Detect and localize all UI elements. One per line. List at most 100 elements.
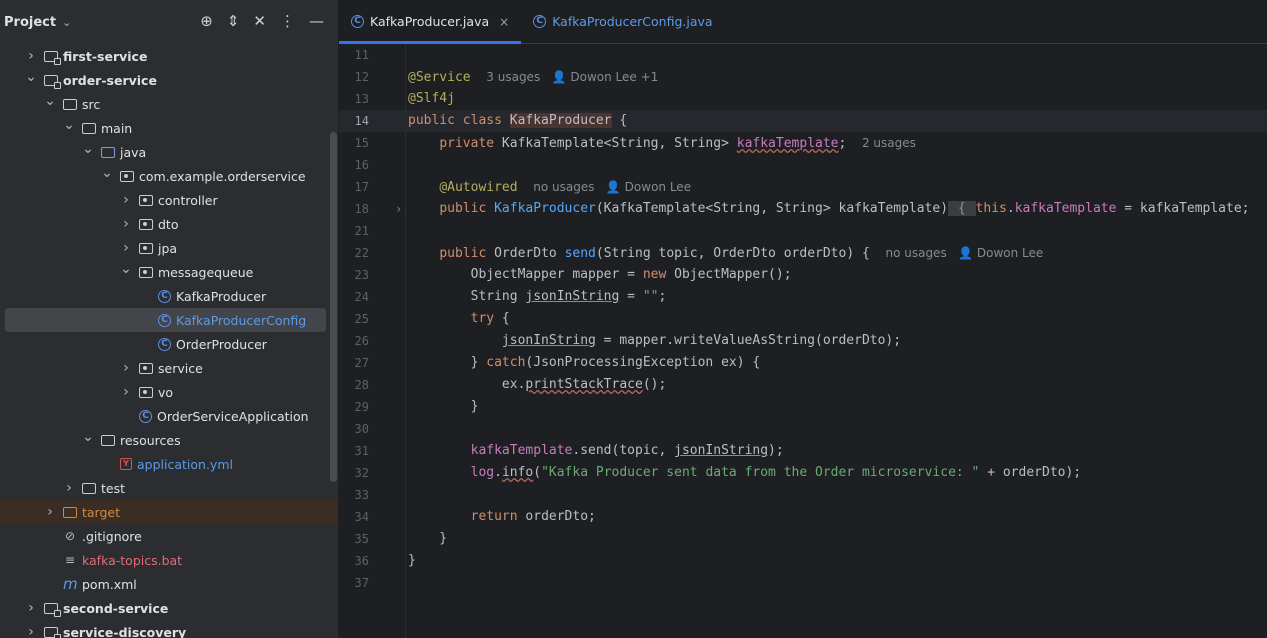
tree-item-target[interactable]: › target (0, 500, 338, 524)
more-options-icon[interactable]: ⋮ (280, 12, 295, 30)
code-line[interactable]: 32 log.info("Kafka Producer sent data fr… (339, 462, 1267, 484)
tree-item-label: .gitignore (82, 528, 142, 544)
tree-item-service-discovery[interactable]: › service-discovery (0, 620, 338, 638)
chevron-down-icon[interactable]: ⌄ (119, 261, 133, 277)
chevron-right-icon[interactable]: › (24, 624, 38, 638)
code-line[interactable]: 25 try { (339, 308, 1267, 330)
chevron-right-icon[interactable]: › (24, 600, 38, 616)
tree-item-jpa[interactable]: › jpa (0, 236, 338, 260)
code-text: } (408, 553, 416, 568)
code-text: @Service 3 usages 👤 Dowon Lee +1 (408, 70, 659, 85)
tree-item-resources[interactable]: ⌄ resources (0, 428, 338, 452)
tree-item-kafkaproducer[interactable]: C KafkaProducer (0, 284, 338, 308)
tree-item-label: com.example.orderservice (139, 168, 306, 184)
tab-kafkaproducer-java[interactable]: C KafkaProducer.java × (339, 0, 522, 44)
line-number: 11 (354, 48, 369, 62)
tree-item-src[interactable]: ⌄ src (0, 92, 338, 116)
code-line[interactable]: 12 @Service 3 usages 👤 Dowon Lee +1 (339, 66, 1267, 88)
chevron-right-icon[interactable]: › (43, 504, 57, 520)
tree-item-gitignore[interactable]: ⊘ .gitignore (0, 524, 338, 548)
package-icon (139, 386, 153, 398)
code-line[interactable]: 35 } (339, 528, 1267, 550)
chevron-right-icon[interactable]: › (119, 384, 133, 400)
tree-item-label: dto (158, 216, 179, 232)
chevron-right-icon[interactable]: › (119, 216, 133, 232)
chevron-right-icon[interactable]: › (62, 480, 76, 496)
locate-file-icon[interactable]: ⊕ (200, 12, 213, 30)
code-line[interactable]: 11 (339, 44, 1267, 66)
tree-item-main[interactable]: ⌄ main (0, 116, 338, 140)
tree-item-orderserviceapplication[interactable]: C OrderServiceApplication (0, 404, 338, 428)
project-panel-title[interactable]: Project (4, 15, 56, 30)
tree-item-messagequeue[interactable]: ⌄ messagequeue (0, 260, 338, 284)
code-line[interactable]: 31 kafkaTemplate.send(topic, jsonInStrin… (339, 440, 1267, 462)
chevron-down-icon[interactable]: ⌄ (81, 141, 95, 157)
code-line[interactable]: 13 @Slf4j (339, 88, 1267, 110)
code-line[interactable]: 22 public OrderDto send(String topic, Or… (339, 242, 1267, 264)
collapse-all-icon[interactable]: ✕ (253, 12, 266, 30)
expand-all-icon[interactable]: ⇕ (227, 12, 240, 30)
tree-item-label: pom.xml (82, 576, 137, 592)
code-line[interactable]: 18 › public KafkaProducer(KafkaTemplate<S… (339, 198, 1267, 220)
tree-item-com-example-orderservice[interactable]: ⌄ com.example.orderservice (0, 164, 338, 188)
code-line[interactable]: 17 @Autowired no usages 👤 Dowon Lee (339, 176, 1267, 198)
chevron-down-icon[interactable]: ⌄ (43, 93, 57, 109)
chevron-right-icon[interactable]: › (119, 360, 133, 376)
tree-item-application-yml[interactable]: Yapplication.yml (0, 452, 338, 476)
line-number: 31 (354, 444, 369, 458)
tree-item-second-service[interactable]: › second-service (0, 596, 338, 620)
tree-item-java[interactable]: ⌄ java (0, 140, 338, 164)
code-line[interactable]: 15 private KafkaTemplate<String, String>… (339, 132, 1267, 154)
code-line[interactable]: 30 (339, 418, 1267, 440)
tree-item-label: service (158, 360, 203, 376)
chevron-down-icon[interactable]: ⌄ (81, 429, 95, 445)
tab-kafkaproducerconfig-java[interactable]: C KafkaProducerConfig.java (521, 0, 724, 43)
tree-item-first-service[interactable]: › first-service (0, 44, 338, 68)
tree-item-dto[interactable]: › dto (0, 212, 338, 236)
code-editor[interactable]: 11 12 @Service 3 usages 👤 Dowon Lee +1 13 @S… (339, 44, 1267, 638)
fold-chevron-icon[interactable]: › (395, 198, 402, 220)
code-line[interactable]: 36} (339, 550, 1267, 572)
chevron-right-icon[interactable]: › (24, 48, 38, 64)
code-line[interactable]: 14 public class KafkaProducer { (339, 110, 1267, 132)
code-line[interactable]: 16 (339, 154, 1267, 176)
chevron-down-icon[interactable]: ⌄ (100, 165, 114, 181)
tree-scrollbar[interactable] (330, 132, 337, 482)
line-number: 15 (354, 136, 369, 150)
line-number: 23 (354, 268, 369, 282)
tree-item-vo[interactable]: › vo (0, 380, 338, 404)
hide-panel-icon[interactable]: — (309, 12, 324, 30)
tree-item-service[interactable]: › service (0, 356, 338, 380)
source-folder-icon (101, 146, 115, 158)
code-line[interactable]: 27 } catch(JsonProcessingException ex) { (339, 352, 1267, 374)
code-line[interactable]: 34 return orderDto; (339, 506, 1267, 528)
code-line[interactable]: 33 (339, 484, 1267, 506)
code-line[interactable]: 26 jsonInString = mapper.writeValueAsStr… (339, 330, 1267, 352)
tree-item-test[interactable]: › test (0, 476, 338, 500)
chevron-down-icon[interactable]: ⌄ (62, 117, 76, 133)
tree-item-label: main (101, 120, 133, 136)
tree-item-controller[interactable]: › controller (0, 188, 338, 212)
code-line[interactable]: 23 ObjectMapper mapper = new ObjectMappe… (339, 264, 1267, 286)
tree-item-order-service[interactable]: ⌄ order-service (0, 68, 338, 92)
tree-item-kafka-topics-bat[interactable]: ≡ kafka-topics.bat (0, 548, 338, 572)
chevron-down-icon[interactable]: ⌄ (62, 16, 71, 29)
chevron-down-icon[interactable]: ⌄ (24, 69, 38, 85)
line-number: 25 (354, 312, 369, 326)
code-line[interactable]: 28 ex.printStackTrace(); (339, 374, 1267, 396)
code-line[interactable]: 29 } (339, 396, 1267, 418)
code-text: @Autowired no usages 👤 Dowon Lee (439, 180, 692, 195)
code-line[interactable]: 24 String jsonInString = ""; (339, 286, 1267, 308)
tree-item-pom-xml[interactable]: m pom.xml (0, 572, 338, 596)
chevron-right-icon[interactable]: › (119, 192, 133, 208)
tree-item-label: second-service (63, 600, 169, 616)
tree-item-orderproducer[interactable]: C OrderProducer (0, 332, 338, 356)
code-line[interactable]: 37 (339, 572, 1267, 594)
tree-item-label: kafka-topics.bat (82, 552, 183, 568)
chevron-right-icon[interactable]: › (119, 240, 133, 256)
line-number: 26 (354, 334, 369, 348)
close-tab-icon[interactable]: × (499, 15, 509, 29)
tree-item-kafkaproducerconfig[interactable]: C KafkaProducerConfig (5, 308, 326, 332)
code-text: return orderDto; (470, 509, 596, 524)
code-line[interactable]: 21 (339, 220, 1267, 242)
